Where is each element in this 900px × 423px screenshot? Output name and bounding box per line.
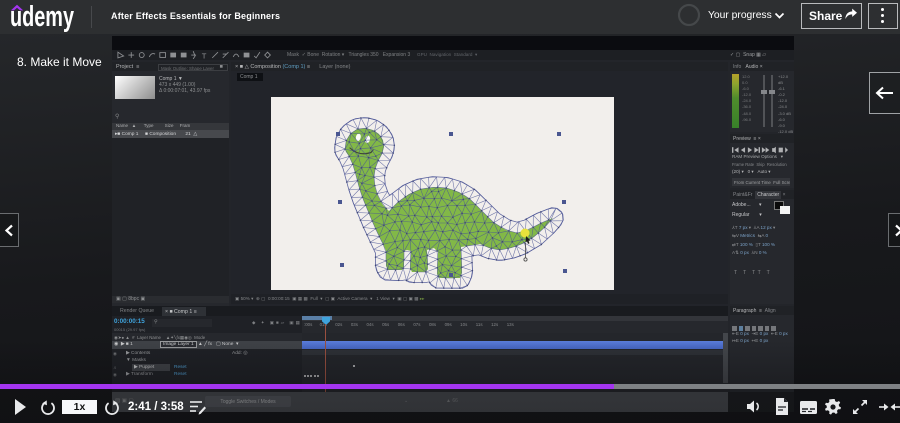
svg-text:T: T bbox=[202, 51, 207, 60]
svg-text:udemy: udemy bbox=[11, 3, 74, 33]
